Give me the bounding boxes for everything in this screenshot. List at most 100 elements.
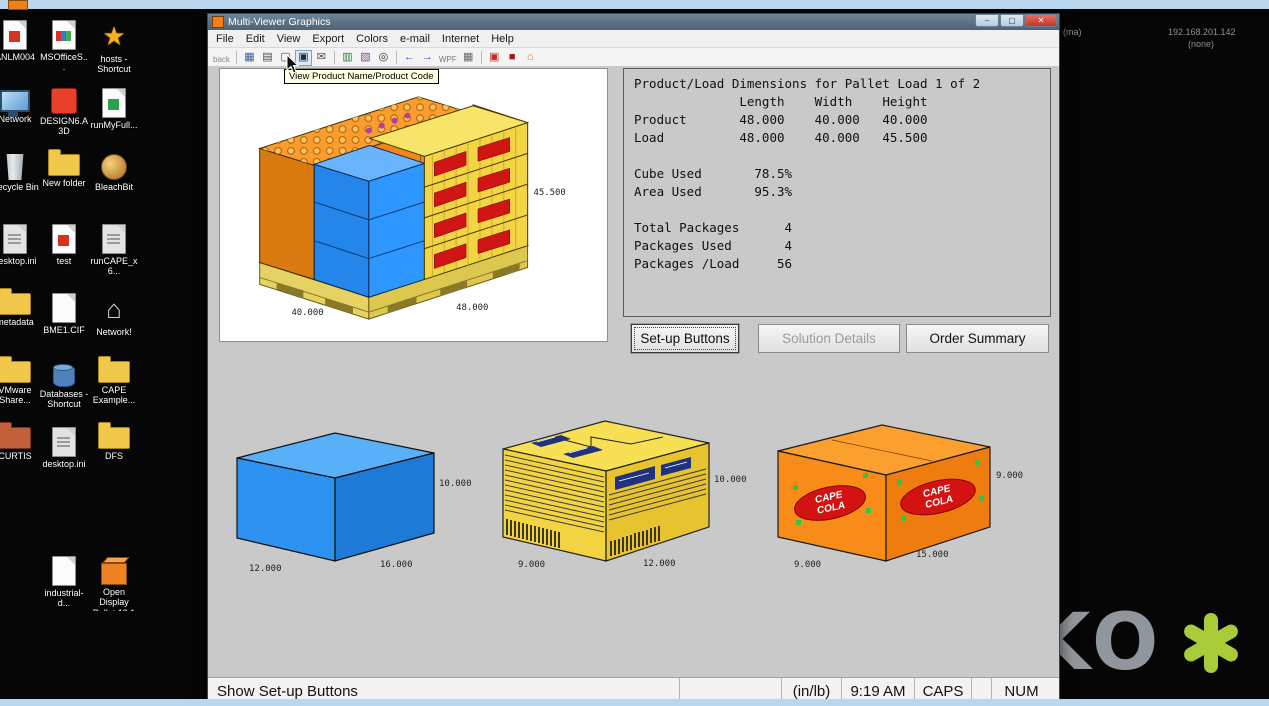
database-icon (53, 365, 75, 387)
document-icon (52, 556, 76, 586)
menu-email[interactable]: e-mail (394, 32, 436, 46)
menu-export[interactable]: Export (306, 32, 350, 46)
desktop-icon-label: Network! (89, 327, 139, 337)
document-icon (52, 427, 76, 457)
desktop-icon-bleachbit[interactable]: BleachBit (89, 154, 139, 192)
desktop-icon-label: CURTIS (0, 451, 40, 461)
dimension-label: 15.000 (916, 550, 949, 560)
report-grid-icon[interactable]: ▦ (460, 50, 477, 66)
pallet-view-icon[interactable]: ▣ (486, 50, 503, 66)
dimension-label: 48.000 (456, 303, 488, 313)
desktop-icon-design6-a3d[interactable]: DESIGN6.A3D (39, 88, 89, 137)
desktop-icon-label: desktop.ini (39, 459, 89, 469)
main-content: 40.000 48.000 45.500 Product/Load Dimens… (208, 66, 1059, 680)
desktop-icon-label: Recycle Bin (0, 182, 40, 192)
folder-icon (0, 361, 31, 383)
desktop-icon-hosts-shortcut[interactable]: ★ hosts - Shortcut (89, 20, 139, 75)
desktop-icon-label: Network (0, 114, 40, 124)
email-icon[interactable]: ✉ (313, 50, 330, 66)
dimension-label: 9.000 (794, 560, 821, 570)
desktop-icon-bme1-cif[interactable]: BME1.CIF (39, 293, 89, 335)
yellow-box-drawing: 9.000 12.000 10.000 (493, 391, 749, 596)
menu-edit[interactable]: Edit (240, 32, 271, 46)
taskbar-app-icon[interactable] (8, 0, 28, 10)
toolbar-separator[interactable] (334, 51, 335, 64)
star-icon: ★ (89, 20, 139, 52)
print-icon[interactable]: ▤ (259, 50, 276, 66)
back-button[interactable]: back (211, 49, 232, 67)
desktop-icon-open-display-pallet[interactable]: Open Display Pallet 18.1 (89, 556, 139, 611)
app-icon (51, 88, 77, 114)
desktop-icon-msoffices[interactable]: MSOfficeS... (39, 20, 89, 73)
desktop-icon-databases-shortcut[interactable]: Databases - Shortcut (39, 361, 89, 410)
desktop-icon-label: BleachBit (89, 182, 139, 192)
maximize-button[interactable]: ▢ (1000, 14, 1024, 27)
desktop-icon-vmware-share[interactable]: VMware Share... (0, 361, 40, 406)
menu-view[interactable]: View (271, 32, 307, 46)
taskbar-strip-bottom (0, 699, 1269, 706)
dimension-label: 40.000 (291, 308, 323, 318)
window-controls: – ▢ ✕ (975, 14, 1057, 27)
multi-viewer-window: Multi-Viewer Graphics – ▢ ✕ File Edit Vi… (207, 13, 1060, 706)
desktop-icon-curtis[interactable]: CURTIS (0, 427, 40, 461)
setup-buttons-button[interactable]: Set-up Buttons (631, 324, 739, 353)
desktop-icon-anlm004[interactable]: ANLM004 (0, 20, 40, 62)
menu-file[interactable]: File (210, 32, 240, 46)
product-load-info-text: Product/Load Dimensions for Pallet Load … (634, 75, 1040, 273)
window-titlebar[interactable]: Multi-Viewer Graphics – ▢ ✕ (208, 14, 1059, 30)
desktop-overlay-text: 192.168.201.142 (1168, 27, 1236, 37)
desktop-icon-new-folder[interactable]: New folder (39, 154, 89, 188)
zoom-icon[interactable]: ◎ (375, 50, 392, 66)
truck-view-icon[interactable]: ■ (504, 50, 521, 66)
desktop-icon-desktop-ini-2[interactable]: desktop.ini (39, 427, 89, 469)
toolbar-separator[interactable] (481, 51, 482, 64)
document-icon (52, 224, 76, 254)
toolbar-separator[interactable] (236, 51, 237, 64)
order-summary-button[interactable]: Order Summary (906, 324, 1049, 353)
desktop-icon-label: DESIGN6.A3D (39, 116, 89, 137)
desktop-overlay-text: (none) (1188, 39, 1214, 49)
blue-box-drawing: 12.000 16.000 10.000 (222, 403, 472, 583)
desktop-icon-label: hosts - Shortcut (89, 54, 139, 75)
menu-internet[interactable]: Internet (436, 32, 485, 46)
menu-colors[interactable]: Colors (350, 32, 394, 46)
desktop-icon-label: desktop.ini (0, 256, 40, 266)
desktop-icon-desktop-ini-1[interactable]: desktop.ini (0, 224, 40, 266)
document-icon (3, 20, 27, 50)
prev-load-icon[interactable]: ← (401, 50, 418, 66)
toolbar-separator[interactable] (396, 51, 397, 64)
save-icon[interactable]: ▦ (241, 50, 258, 66)
chart-view-icon[interactable]: ▧ (357, 50, 374, 66)
dimension-label: 10.000 (439, 479, 472, 489)
desktop-icon-label: Databases - Shortcut (39, 389, 89, 410)
desktop-icon-label: DFS (89, 451, 139, 461)
close-button[interactable]: ✕ (1025, 14, 1057, 27)
desktop-icon-industrial-d[interactable]: industrial-d... (39, 556, 89, 609)
desktop-icon-cape-example[interactable]: CAPE Example... (89, 361, 139, 406)
minimize-button[interactable]: – (975, 14, 999, 27)
desktop-icon-label: VMware Share... (0, 385, 40, 406)
document-icon (3, 224, 27, 254)
desktop-icon-network[interactable]: Network (0, 88, 40, 124)
desktop-icon-label: CAPE Example... (89, 385, 139, 406)
desktop-icon-test[interactable]: test (39, 224, 89, 266)
desktop-icon-recycle-bin[interactable]: Recycle Bin (0, 154, 40, 192)
orange-box-drawing: CAPE COLA CAPE COLA 9.000 15.000 9.000 (766, 397, 1024, 587)
solution-details-button[interactable]: Solution Details (758, 324, 900, 353)
pallet-load-drawing: 40.000 48.000 45.500 (220, 69, 605, 339)
home-icon[interactable]: ⌂ (522, 50, 539, 66)
folder-icon (0, 427, 31, 449)
desktop-icon-metadata[interactable]: metadata (0, 293, 40, 327)
desktop-icon-runmyfull[interactable]: runMyFull... (89, 88, 139, 130)
toolbar: back ▦ ▤ ▢ ▣ (208, 48, 1059, 68)
desktop-icon-label: MSOfficeS... (39, 52, 89, 73)
wpf-label[interactable]: WPF (437, 49, 459, 67)
desktop-icon-dfs[interactable]: DFS (89, 427, 139, 461)
desktop-icon-runcape-x6[interactable]: runCAPE_x6... (89, 224, 139, 277)
desktop-icon-network-home[interactable]: ⌂ Network! (89, 293, 139, 337)
dimension-label: 9.000 (996, 471, 1023, 481)
folder-icon (48, 154, 80, 176)
menu-help[interactable]: Help (485, 32, 520, 46)
next-load-icon[interactable]: → (419, 50, 436, 66)
image-view-icon[interactable]: ▥ (339, 50, 356, 66)
